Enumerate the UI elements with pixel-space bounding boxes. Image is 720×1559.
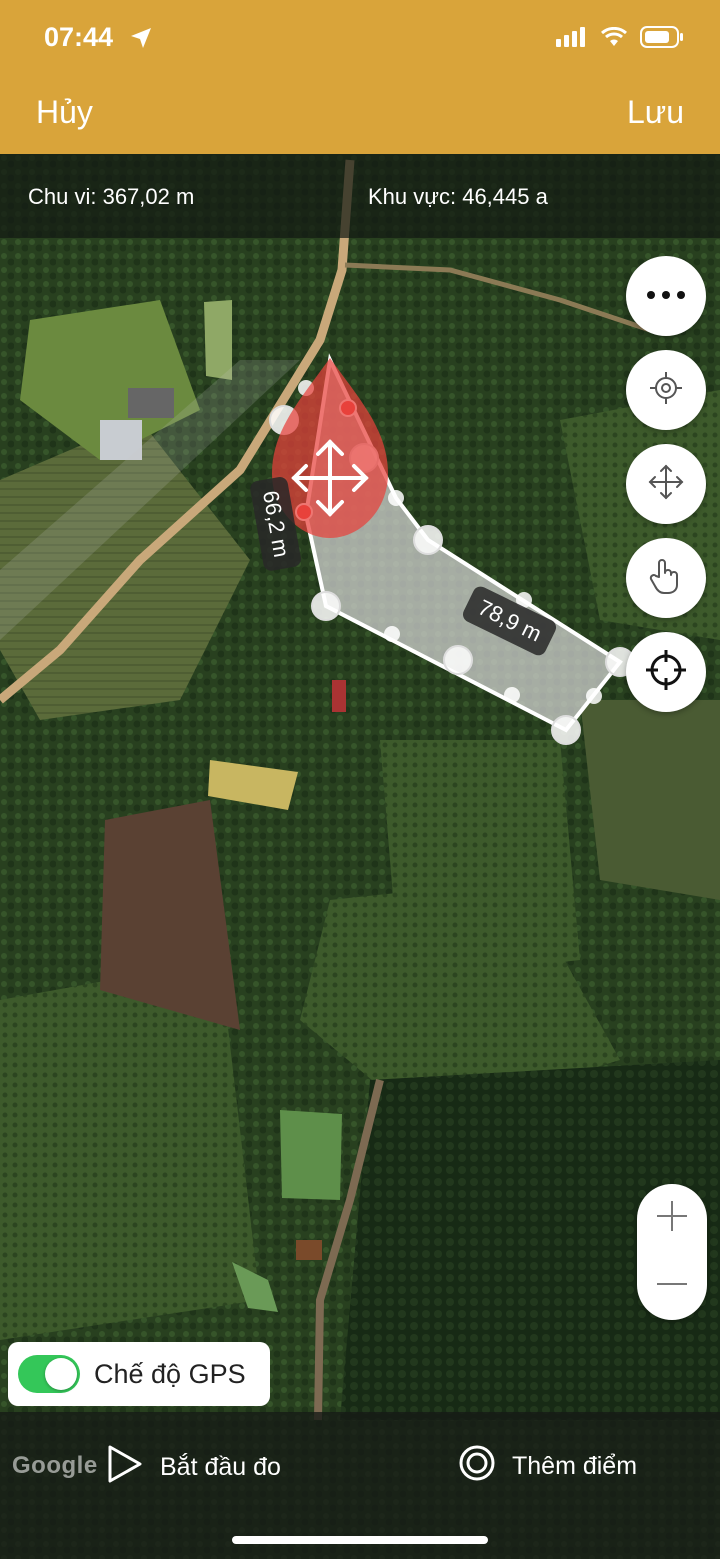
start-measure-label: Bắt đầu đo: [160, 1453, 281, 1481]
minus-icon: [655, 1267, 689, 1306]
battery-icon: [640, 26, 684, 53]
move-icon: [647, 463, 685, 506]
start-measure-button[interactable]: Bắt đầu đo: [106, 1444, 281, 1491]
add-point-label: Thêm điểm: [512, 1452, 638, 1480]
crosshair-icon: [644, 648, 688, 697]
crosshair-button[interactable]: [626, 632, 706, 712]
plus-icon: [655, 1199, 689, 1238]
add-point-icon: [458, 1444, 496, 1489]
gps-mode-panel: Chế độ GPS: [8, 1342, 270, 1406]
play-icon: [106, 1444, 144, 1491]
zoom-control: [637, 1184, 707, 1320]
more-button[interactable]: [626, 256, 706, 336]
gps-mode-label: Chế độ GPS: [94, 1358, 246, 1389]
locate-icon: [648, 370, 684, 411]
wifi-icon: [600, 26, 628, 52]
add-point-button[interactable]: Thêm điểm: [458, 1444, 637, 1489]
home-indicator[interactable]: [232, 1536, 488, 1544]
toggle-knob: [45, 1358, 77, 1390]
gps-mode-toggle[interactable]: [18, 1355, 80, 1393]
area-value: Khu vực: 46,445 a: [368, 184, 548, 209]
status-time: 07:44: [44, 22, 114, 52]
map-attribution: Google: [12, 1452, 98, 1479]
signal-icon: [556, 27, 588, 52]
app-header: 07:44 Hủy Lưu: [0, 0, 720, 154]
touch-mode-button[interactable]: [626, 538, 706, 618]
save-button[interactable]: Lưu: [627, 94, 684, 131]
move-button[interactable]: [626, 444, 706, 524]
locate-button[interactable]: [626, 350, 706, 430]
bottom-action-bar: Google Bắt đầu đo Thêm điểm: [0, 1412, 720, 1559]
more-icon: [646, 287, 686, 305]
zoom-out-button[interactable]: [637, 1252, 707, 1320]
status-indicators: [556, 26, 684, 53]
touch-icon: [649, 557, 683, 600]
location-arrow-icon: [130, 27, 152, 54]
measurement-info-bar: Chu vi: 367,02 m Khu vực: 46,445 a: [0, 154, 720, 238]
zoom-in-button[interactable]: [637, 1184, 707, 1252]
cancel-button[interactable]: Hủy: [36, 94, 93, 131]
perimeter-value: Chu vi: 367,02 m: [28, 184, 195, 209]
